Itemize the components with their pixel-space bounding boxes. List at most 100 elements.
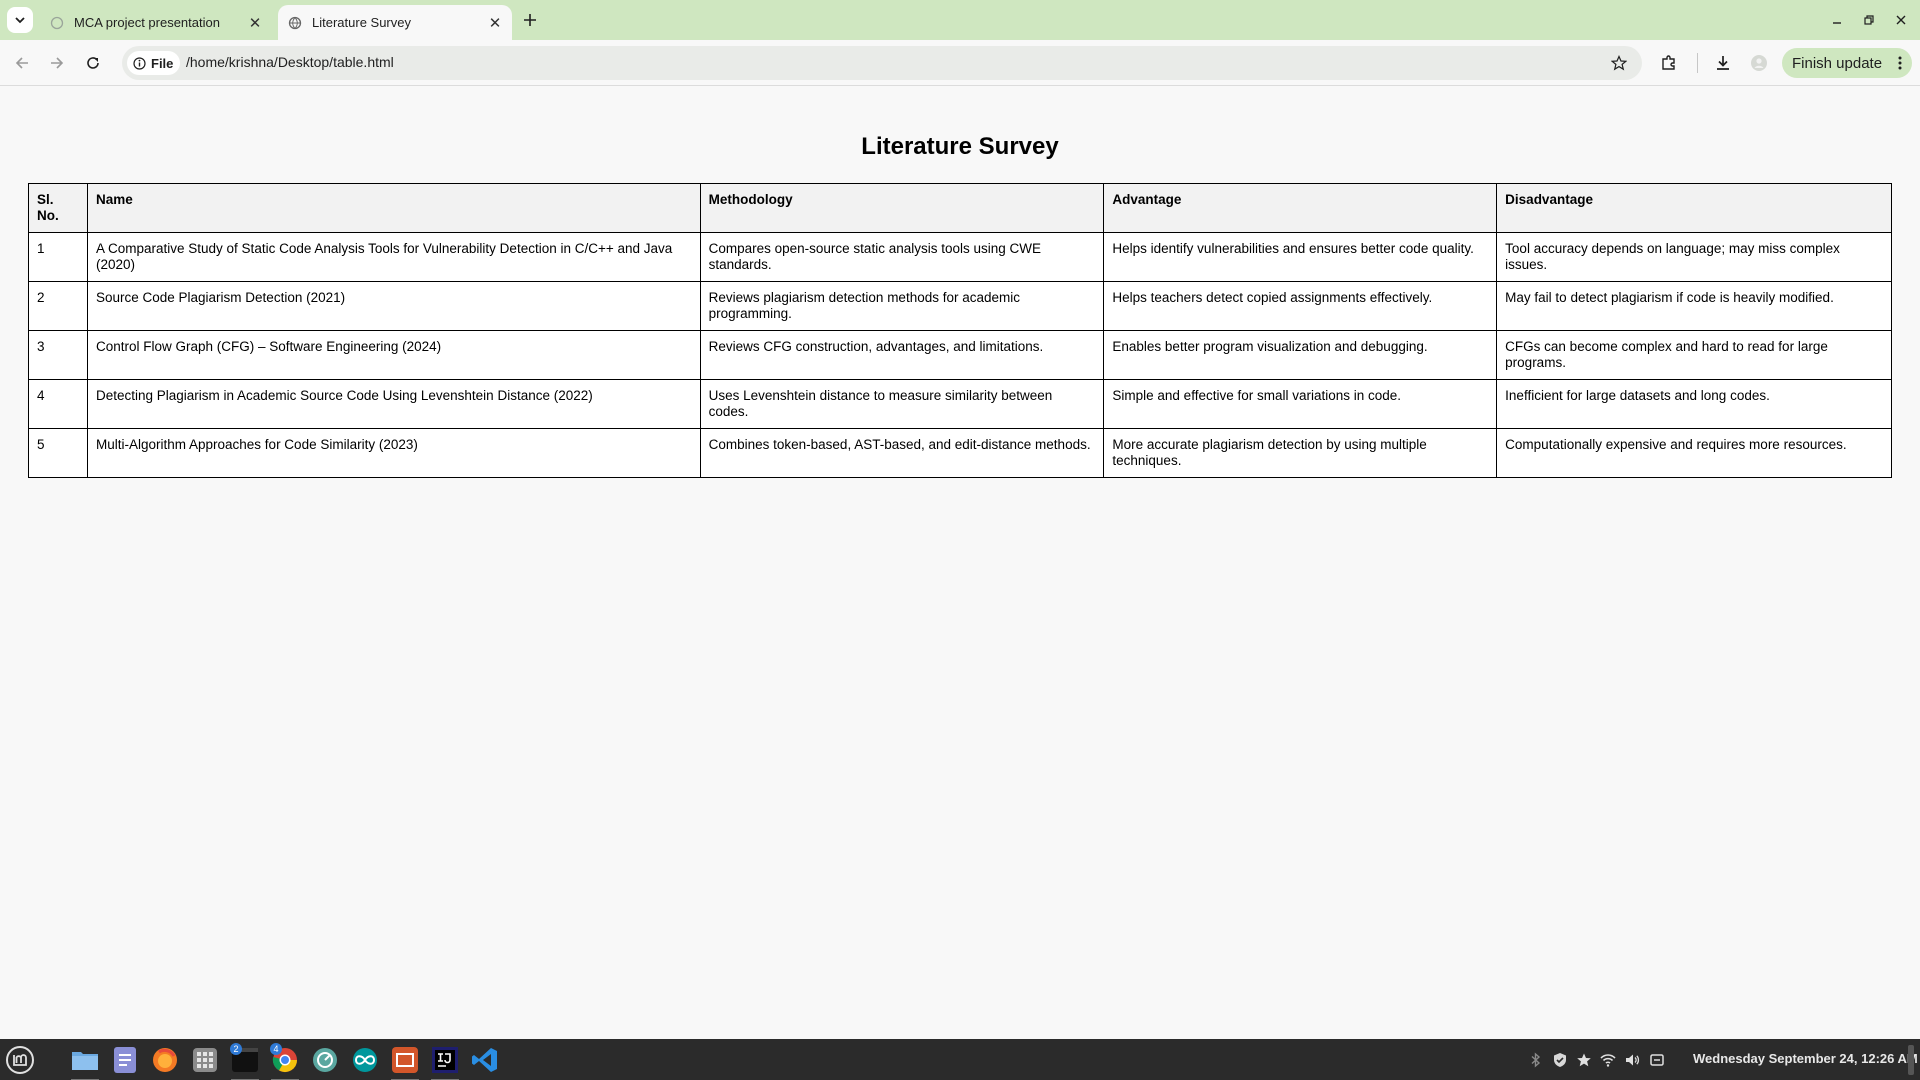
tab-literature-survey[interactable]: Literature Survey ✕ — [278, 5, 512, 40]
info-icon — [133, 56, 146, 70]
restore-icon — [1864, 15, 1874, 25]
cell-advantage: Enables better program visualization and… — [1103, 330, 1498, 380]
cell-advantage: Simple and effective for small variation… — [1103, 379, 1498, 429]
taskbar-app-text-editor[interactable] — [108, 1043, 142, 1077]
taskbar-app-presentation[interactable] — [388, 1043, 422, 1080]
cell-methodology: Compares open-source static analysis too… — [699, 232, 1105, 282]
cell-sl-no: 4 — [28, 379, 88, 429]
folder-icon — [72, 1052, 98, 1070]
wifi-icon[interactable] — [1598, 1050, 1618, 1070]
tab-title: MCA project presentation — [74, 15, 220, 30]
cell-methodology: Reviews CFG construction, advantages, an… — [699, 330, 1105, 380]
table-row: 1 A Comparative Study of Static Code Ana… — [28, 232, 1892, 282]
new-tab-button[interactable] — [518, 8, 542, 32]
tab-mca-project-presentation[interactable]: MCA project presentation ✕ — [40, 5, 272, 40]
page-title: Literature Survey — [861, 133, 1059, 160]
taskbar-app-grid[interactable] — [188, 1043, 222, 1077]
restore-button[interactable] — [1855, 8, 1883, 32]
text-editor-icon — [114, 1047, 136, 1073]
cell-disadvantage: CFGs can become complex and hard to read… — [1496, 330, 1892, 380]
bluetooth-icon[interactable] — [1526, 1050, 1546, 1070]
minimize-button[interactable] — [1823, 8, 1851, 32]
close-icon — [1896, 15, 1906, 25]
presentation-icon — [392, 1047, 418, 1073]
cell-disadvantage: Computationally expensive and requires m… — [1496, 428, 1892, 478]
url-text[interactable]: /home/krishna/Desktop/table.html — [186, 54, 394, 70]
globe-icon — [49, 15, 65, 31]
header-name: Name — [86, 183, 701, 233]
update-manager-icon — [313, 1048, 337, 1072]
table-row: 3 Control Flow Graph (CFG) – Software En… — [28, 330, 1892, 380]
cell-name: Multi-Algorithm Approaches for Code Simi… — [86, 428, 701, 478]
tab-title: Literature Survey — [312, 15, 411, 30]
profile-icon — [1751, 55, 1767, 71]
minimize-icon — [1833, 22, 1841, 24]
tab-search-button[interactable] — [7, 7, 33, 33]
header-advantage: Advantage — [1103, 183, 1498, 233]
table-header-row: Sl. No. Name Methodology Advantage Disad… — [28, 183, 1892, 233]
download-icon — [1717, 56, 1729, 70]
more-menu-icon[interactable] — [1898, 55, 1902, 75]
close-tab-icon[interactable]: ✕ — [484, 12, 506, 34]
finish-update-label: Finish update — [1792, 54, 1883, 72]
vscode-icon — [472, 1048, 497, 1072]
shield-icon[interactable] — [1550, 1050, 1570, 1070]
tab-strip: MCA project presentation ✕ Literature Su… — [0, 0, 1920, 40]
arrow-right-icon — [51, 57, 64, 69]
header-methodology: Methodology — [699, 183, 1105, 233]
notifications-icon[interactable] — [1647, 1050, 1667, 1070]
arduino-icon — [353, 1048, 377, 1072]
toolbar-divider — [1697, 53, 1698, 73]
reload-button[interactable] — [79, 49, 107, 77]
extensions-button[interactable] — [1655, 49, 1683, 77]
taskbar-app-update-manager[interactable] — [308, 1043, 342, 1077]
show-desktop-button[interactable] — [1908, 1045, 1914, 1075]
downloads-button[interactable] — [1709, 49, 1737, 77]
cell-disadvantage: Inefficient for large datasets and long … — [1496, 379, 1892, 429]
address-bar[interactable]: File /home/krishna/Desktop/table.html — [122, 46, 1642, 80]
taskbar-app-files[interactable] — [68, 1043, 102, 1080]
taskbar-app-intellij[interactable] — [428, 1043, 462, 1080]
cell-advantage: Helps identify vulnerabilities and ensur… — [1103, 232, 1498, 282]
cell-advantage: Helps teachers detect copied assignments… — [1103, 281, 1498, 331]
window-count-badge: 4 — [270, 1043, 282, 1055]
taskbar-app-arduino[interactable] — [348, 1043, 382, 1077]
clock[interactable]: Wednesday September 24, 12:26 AM — [1693, 1051, 1918, 1066]
cell-sl-no: 1 — [28, 232, 88, 282]
profile-button[interactable] — [1745, 49, 1773, 77]
mint-logo-icon — [6, 1046, 34, 1074]
page-content: Literature Survey Sl. No. Name Methodolo… — [0, 87, 1920, 1039]
table-row: 5 Multi-Algorithm Approaches for Code Si… — [28, 428, 1892, 478]
volume-icon[interactable] — [1622, 1050, 1642, 1070]
literature-table: Sl. No. Name Methodology Advantage Disad… — [28, 183, 1892, 478]
cell-name: Control Flow Graph (CFG) – Software Engi… — [86, 330, 701, 380]
taskbar-app-terminal[interactable]: 2 — [228, 1043, 262, 1080]
site-info-chip[interactable]: File — [127, 51, 181, 75]
cell-methodology: Uses Levenshtein distance to measure sim… — [699, 379, 1105, 429]
taskbar-app-chrome[interactable]: 4 — [268, 1043, 302, 1080]
cell-sl-no: 2 — [28, 281, 88, 331]
start-menu-button[interactable] — [3, 1043, 37, 1077]
cell-sl-no: 3 — [28, 330, 88, 380]
close-window-button[interactable] — [1887, 8, 1915, 32]
plus-icon — [524, 14, 536, 26]
taskbar-app-vscode[interactable] — [468, 1043, 502, 1077]
firefox-icon — [153, 1048, 177, 1072]
back-button[interactable] — [8, 49, 36, 77]
bookmark-button[interactable] — [1608, 52, 1630, 74]
star-icon — [1611, 55, 1627, 71]
cell-name: Detecting Plagiarism in Academic Source … — [86, 379, 701, 429]
forward-button[interactable] — [43, 49, 71, 77]
intellij-icon — [432, 1047, 458, 1073]
finish-update-button[interactable]: Finish update — [1782, 48, 1912, 78]
close-tab-icon[interactable]: ✕ — [244, 12, 266, 34]
header-disadvantage: Disadvantage — [1496, 183, 1892, 233]
header-sl-no: Sl. No. — [28, 183, 88, 233]
star-tray-icon[interactable] — [1574, 1050, 1594, 1070]
window-count-badge: 2 — [230, 1043, 242, 1055]
cell-sl-no: 5 — [28, 428, 88, 478]
table-row: 4 Detecting Plagiarism in Academic Sourc… — [28, 379, 1892, 429]
cell-disadvantage: May fail to detect plagiarism if code is… — [1496, 281, 1892, 331]
globe-icon — [287, 15, 303, 31]
taskbar-app-firefox[interactable] — [148, 1043, 182, 1077]
